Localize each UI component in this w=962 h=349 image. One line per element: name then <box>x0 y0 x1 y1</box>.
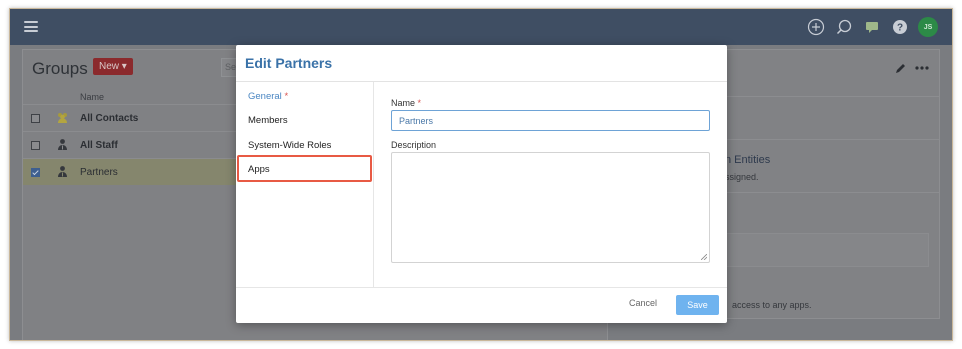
entities-subtext: ssigned. <box>725 172 759 182</box>
dialog-footer: Cancel Save <box>236 287 727 323</box>
dialog-header: Edit Partners <box>236 45 727 82</box>
app-window: ? JS Groups New ▾ Se Name All Contacts A… <box>9 8 953 341</box>
column-header-name: Name <box>80 92 105 102</box>
top-bar-icons: ? JS <box>806 17 938 37</box>
group-dark-icon <box>58 139 67 150</box>
group-name[interactable]: All Staff <box>80 140 118 151</box>
svg-text:?: ? <box>896 23 902 34</box>
chevron-down-icon: ▾ <box>121 61 127 72</box>
group-dark-icon <box>58 166 67 177</box>
apps-subtext: access to any apps. <box>732 300 812 310</box>
required-marker: * <box>417 98 422 108</box>
nav-item-system-wide-roles[interactable]: System-Wide Roles <box>248 140 331 151</box>
row-checkbox[interactable] <box>31 168 40 177</box>
nav-item-apps[interactable]: Apps <box>248 164 270 175</box>
edit-pencil-icon[interactable] <box>895 62 907 74</box>
new-button-label: New <box>99 61 120 72</box>
row-checkbox[interactable] <box>31 114 40 123</box>
more-options-icon[interactable] <box>915 66 929 70</box>
dialog-nav: General * Members System-Wide Roles Apps <box>236 82 374 287</box>
nav-item-members[interactable]: Members <box>248 115 288 126</box>
name-label-text: Name <box>391 98 416 108</box>
save-button[interactable]: Save <box>676 295 719 315</box>
nav-item-general[interactable]: General * <box>248 91 288 102</box>
detail-box <box>721 233 929 267</box>
edit-group-dialog: Edit Partners General * Members System-W… <box>236 45 727 323</box>
user-avatar[interactable]: JS <box>918 17 938 37</box>
page-title: Groups <box>32 59 88 78</box>
resize-grip-icon[interactable] <box>701 254 707 260</box>
menu-icon[interactable] <box>24 21 38 32</box>
add-circle-icon[interactable] <box>806 18 825 37</box>
group-yellow-icon <box>58 113 67 123</box>
general-form: Name * Description <box>391 82 711 287</box>
search-icon[interactable] <box>834 18 853 37</box>
cancel-button[interactable]: Cancel <box>629 298 657 308</box>
group-name[interactable]: Partners <box>80 167 118 178</box>
new-group-button[interactable]: New ▾ <box>93 58 133 75</box>
chat-icon[interactable] <box>862 18 881 37</box>
description-label: Description <box>391 140 437 150</box>
row-checkbox[interactable] <box>31 141 40 150</box>
required-marker: * <box>284 91 289 102</box>
detail-tools <box>895 62 929 74</box>
dialog-title: Edit Partners <box>245 55 333 71</box>
nav-general-label: General <box>248 91 282 102</box>
top-bar: ? JS <box>10 9 952 45</box>
description-field[interactable] <box>391 152 710 263</box>
help-icon[interactable]: ? <box>890 18 909 37</box>
group-name[interactable]: All Contacts <box>80 113 138 124</box>
name-label: Name * <box>391 98 421 108</box>
name-field[interactable] <box>391 110 710 131</box>
entities-heading: n Entities <box>725 154 771 166</box>
